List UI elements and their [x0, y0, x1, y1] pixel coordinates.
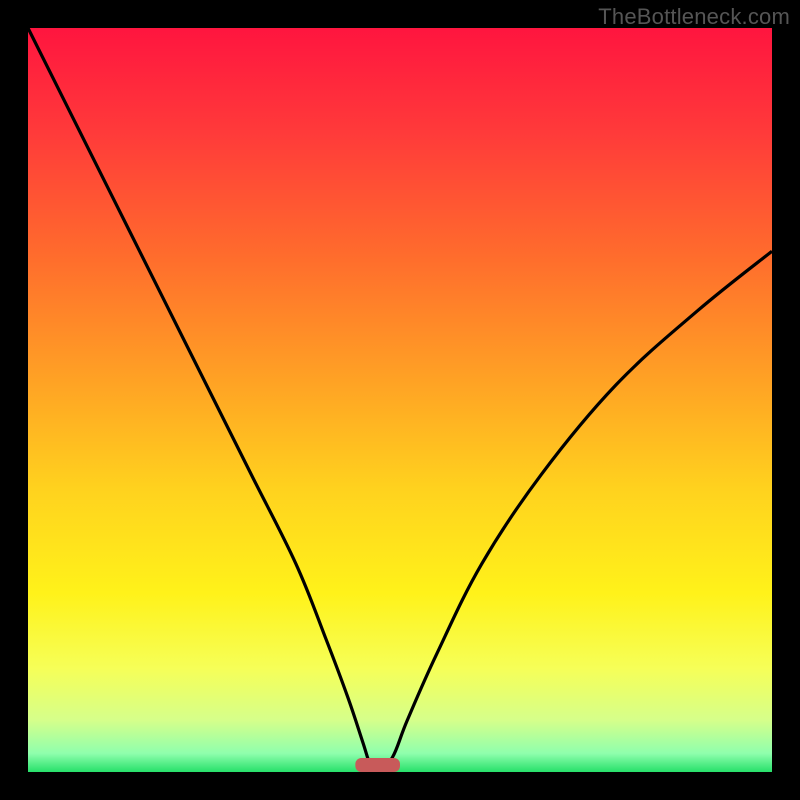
chart-frame: TheBottleneck.com [0, 0, 800, 800]
optimal-range-marker [355, 758, 400, 772]
gradient-background [28, 28, 772, 772]
plot-area [28, 28, 772, 772]
watermark-text: TheBottleneck.com [598, 4, 790, 30]
bottleneck-chart [28, 28, 772, 772]
